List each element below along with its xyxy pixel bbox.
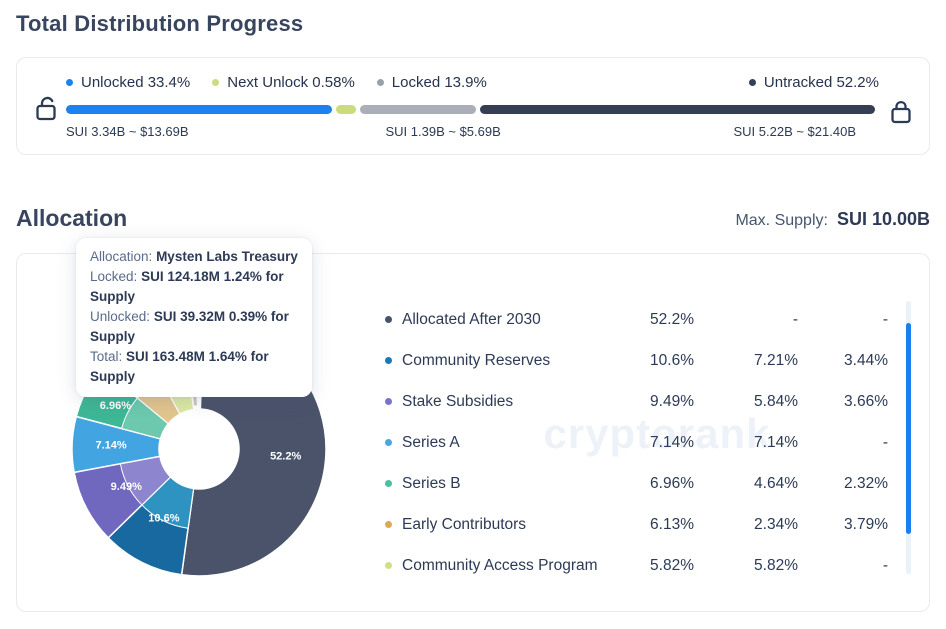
unlocked-percent: - bbox=[792, 310, 798, 328]
total-percent: 5.82% bbox=[650, 556, 694, 574]
table-row[interactable]: Series B 6.96% 4.64% 2.32% bbox=[385, 463, 888, 504]
bar-segment-untracked[interactable] bbox=[479, 105, 875, 114]
table-scrollbar[interactable] bbox=[906, 301, 911, 574]
locked-percent: 3.79% bbox=[844, 515, 888, 533]
distribution-progress-bar[interactable] bbox=[66, 105, 879, 114]
max-supply: Max. Supply: SUI 10.00B bbox=[735, 209, 930, 230]
allocation-name: Stake Subsidies bbox=[402, 392, 514, 410]
pie-slice-label: 9.49% bbox=[111, 481, 142, 493]
progress-amounts: SUI 3.34B ~ $13.69B SUI 1.39B ~ $5.69B S… bbox=[66, 124, 879, 142]
untracked-amount: SUI 5.22B ~ $21.40B bbox=[733, 124, 856, 139]
distribution-progress-card: Unlocked 33.4% Next Unlock 0.58% Locked … bbox=[16, 57, 930, 155]
bar-segment-unlocked[interactable] bbox=[66, 105, 332, 114]
allocation-name: Community Access Program bbox=[402, 556, 598, 574]
legend-item-label: Next Unlock 0.58% bbox=[227, 74, 355, 91]
legend-item-next-unlock: Next Unlock 0.58% bbox=[212, 74, 355, 91]
locked-percent: 3.66% bbox=[844, 392, 888, 410]
pie-slice-label: 52.2% bbox=[270, 450, 301, 462]
pie-slice-label: 7.14% bbox=[95, 440, 126, 452]
legend-item-untracked: Untracked 52.2% bbox=[748, 74, 879, 91]
tooltip-row: Allocation: Mysten Labs Treasury bbox=[90, 249, 298, 264]
allocation-dot-icon bbox=[385, 562, 392, 569]
unlocked-percent: 4.64% bbox=[754, 474, 798, 492]
allocation-title: Allocation bbox=[16, 205, 128, 231]
locked-percent: - bbox=[882, 556, 888, 574]
table-row[interactable]: Allocated After 2030 52.2% - - bbox=[385, 299, 888, 340]
total-percent: 6.96% bbox=[650, 474, 694, 492]
bar-segment-locked[interactable] bbox=[360, 105, 476, 114]
unlocked-percent: 5.82% bbox=[754, 556, 798, 574]
untracked-dot-icon bbox=[748, 79, 756, 86]
pie-slice-label: 6.96% bbox=[100, 400, 131, 412]
table-row[interactable]: Community Reserves 10.6% 7.21% 3.44% bbox=[385, 340, 888, 381]
total-percent: 6.13% bbox=[650, 515, 694, 533]
allocation-table: Allocated After 2030 52.2% - - Community… bbox=[385, 299, 888, 586]
bar-segment-next-unlock[interactable] bbox=[335, 105, 357, 114]
scrollbar-thumb[interactable] bbox=[906, 323, 911, 534]
legend-item-locked: Locked 13.9% bbox=[376, 74, 487, 91]
next-unlock-dot-icon bbox=[212, 79, 220, 86]
table-row[interactable]: Community Access Program 5.82% 5.82% - bbox=[385, 545, 888, 586]
allocation-name: Series B bbox=[402, 474, 461, 492]
unlocked-amount: SUI 3.34B ~ $13.69B bbox=[66, 124, 189, 139]
allocation-dot-icon bbox=[385, 398, 392, 405]
locked-percent: - bbox=[882, 310, 888, 328]
unlocked-padlock-icon bbox=[36, 96, 56, 121]
total-percent: 7.14% bbox=[650, 433, 694, 451]
allocation-dot-icon bbox=[385, 480, 392, 487]
locked-padlock-icon bbox=[891, 101, 911, 124]
allocation-dot-icon bbox=[385, 521, 392, 528]
total-percent: 9.49% bbox=[650, 392, 694, 410]
legend-item-label: Locked 13.9% bbox=[391, 74, 487, 91]
allocation-card: cryptorank 52.2%10.6%9.49%7.14%6.96%6.13… bbox=[16, 238, 930, 612]
legend-item-unlocked: Unlocked 33.4% bbox=[66, 74, 190, 91]
unlocked-percent: 7.21% bbox=[754, 351, 798, 369]
table-row[interactable]: Stake Subsidies 9.49% 5.84% 3.66% bbox=[385, 381, 888, 422]
allocation-name: Series A bbox=[402, 433, 460, 451]
tooltip-row: Locked: SUI 124.18M 1.24% for Supply bbox=[90, 269, 284, 304]
page-title: Total Distribution Progress bbox=[16, 11, 304, 36]
allocation-dot-icon bbox=[385, 316, 392, 323]
max-supply-value: SUI 10.00B bbox=[836, 209, 930, 229]
legend-item-label: Unlocked 33.4% bbox=[81, 74, 191, 91]
locked-amount: SUI 1.39B ~ $5.69B bbox=[385, 124, 501, 139]
progress-legend: Unlocked 33.4% Next Unlock 0.58% Locked … bbox=[66, 74, 879, 91]
unlocked-percent: 2.34% bbox=[754, 515, 798, 533]
unlocked-percent: 5.84% bbox=[754, 392, 798, 410]
locked-percent: 2.32% bbox=[844, 474, 888, 492]
tooltip-row: Total: SUI 163.48M 1.64% for Supply bbox=[90, 349, 269, 384]
table-row[interactable]: Early Contributors 6.13% 2.34% 3.79% bbox=[385, 504, 888, 545]
total-percent: 52.2% bbox=[650, 310, 694, 328]
unlocked-dot-icon bbox=[66, 79, 73, 86]
allocation-name: Allocated After 2030 bbox=[402, 310, 541, 328]
allocation-name: Community Reserves bbox=[402, 351, 551, 369]
table-row[interactable]: Series A 7.14% 7.14% - bbox=[385, 422, 888, 463]
locked-percent: - bbox=[882, 433, 888, 451]
allocation-header: Allocation Max. Supply: SUI 10.00B bbox=[16, 205, 930, 235]
locked-dot-icon bbox=[376, 79, 384, 86]
allocation-name: Early Contributors bbox=[402, 515, 527, 533]
max-supply-label: Max. Supply: bbox=[735, 212, 828, 229]
unlocked-percent: 7.14% bbox=[754, 433, 798, 451]
tooltip-row: Unlocked: SUI 39.32M 0.39% for Supply bbox=[90, 309, 289, 344]
legend-item-label: Untracked 52.2% bbox=[763, 74, 879, 91]
allocation-dot-icon bbox=[385, 439, 392, 446]
total-percent: 10.6% bbox=[650, 351, 694, 369]
page: Total Distribution Progress Unlocked 33.… bbox=[0, 0, 946, 629]
chart-tooltip: Allocation: Mysten Labs Treasury Locked:… bbox=[76, 238, 312, 397]
allocation-dot-icon bbox=[385, 357, 392, 364]
pie-slice-label: 10.6% bbox=[148, 513, 179, 525]
locked-percent: 3.44% bbox=[844, 351, 888, 369]
